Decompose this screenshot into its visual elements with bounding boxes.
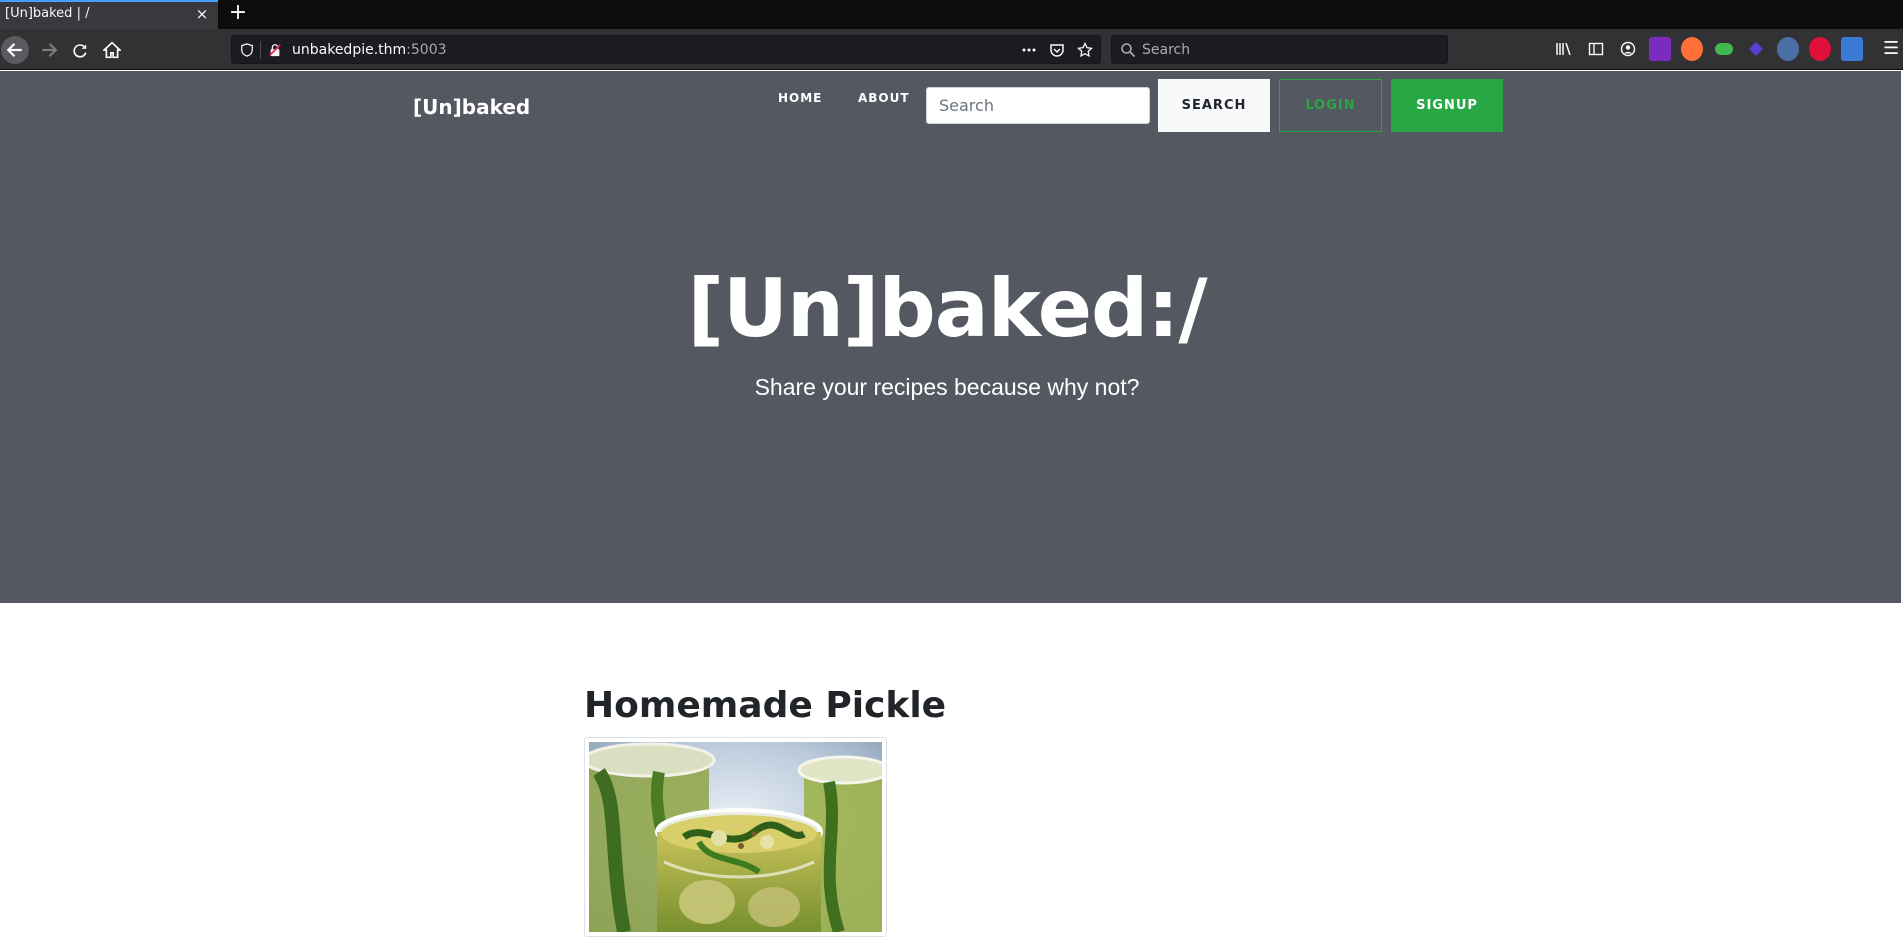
browser-navbar: unbakedpie.thm:5003 Search ☰ <box>0 29 1903 70</box>
browser-tab[interactable]: [Un]baked | / × <box>0 0 218 29</box>
reload-icon <box>73 44 87 58</box>
login-button[interactable]: LOGIN <box>1279 79 1382 132</box>
signup-button[interactable]: SIGNUP <box>1391 79 1503 132</box>
translate-icon[interactable] <box>1841 37 1863 61</box>
arrow-left-icon <box>6 43 22 57</box>
forward-button[interactable] <box>35 36 63 64</box>
reload-button[interactable] <box>66 36 94 64</box>
site-brand[interactable]: [Un]baked <box>413 95 530 119</box>
arrow-right-icon <box>42 43 58 57</box>
close-tab-icon[interactable]: × <box>194 6 210 22</box>
hero-section: [Un]baked HOME ABOUT Search SEARCH LOGIN… <box>0 71 1903 603</box>
new-tab-button[interactable]: + <box>227 2 249 26</box>
url-text: unbakedpie.thm:5003 <box>292 42 447 58</box>
browser-search-placeholder: Search <box>1142 42 1191 58</box>
address-bar[interactable]: unbakedpie.thm:5003 <box>231 35 1101 64</box>
home-icon <box>103 41 121 59</box>
bookmark-star-icon[interactable] <box>1076 40 1094 60</box>
pickle-jar-image <box>589 742 882 932</box>
tab-title: [Un]baked | / <box>5 6 90 21</box>
url-host: unbakedpie.thm <box>292 42 407 58</box>
nav-home-link[interactable]: HOME <box>778 91 822 105</box>
url-port: :5003 <box>406 42 447 58</box>
extension-fox-icon[interactable] <box>1681 37 1703 61</box>
sidebar-icon[interactable] <box>1585 37 1607 61</box>
browser-search-bar[interactable]: Search <box>1111 35 1448 64</box>
site-search-input[interactable]: Search <box>926 87 1150 124</box>
post-title[interactable]: Homemade Pickle <box>584 685 946 726</box>
back-button[interactable] <box>1 36 29 64</box>
home-button[interactable] <box>98 36 126 64</box>
extension-cookie-icon[interactable] <box>1713 37 1735 61</box>
hamburger-menu-icon[interactable]: ☰ <box>1883 39 1903 59</box>
web-page: [Un]baked HOME ABOUT Search SEARCH LOGIN… <box>0 71 1903 937</box>
hero-subtitle: Share your recipes because why not? <box>754 374 1140 400</box>
search-icon <box>1121 43 1136 58</box>
hero-title: [Un]baked:/ <box>687 262 1207 355</box>
extension-purple-icon[interactable] <box>1649 37 1671 61</box>
url-separator <box>260 41 261 59</box>
browser-tab-bar: [Un]baked | / × + <box>0 0 1903 29</box>
search-button[interactable]: SEARCH <box>1158 79 1270 132</box>
extension-globe-icon[interactable] <box>1777 37 1799 61</box>
extension-diamond-icon[interactable] <box>1745 37 1767 61</box>
library-icon[interactable] <box>1553 37 1575 61</box>
insecure-lock-icon[interactable] <box>268 43 282 57</box>
more-actions-icon[interactable] <box>1020 40 1038 60</box>
toolbar-extensions <box>1553 37 1863 61</box>
post-thumbnail[interactable] <box>584 737 887 937</box>
url-actions <box>1020 40 1094 60</box>
nav-about-link[interactable]: ABOUT <box>858 91 910 105</box>
account-icon[interactable] <box>1617 37 1639 61</box>
adblock-plus-icon[interactable] <box>1809 37 1831 61</box>
pocket-icon[interactable] <box>1048 40 1066 60</box>
shield-icon[interactable] <box>240 43 254 57</box>
